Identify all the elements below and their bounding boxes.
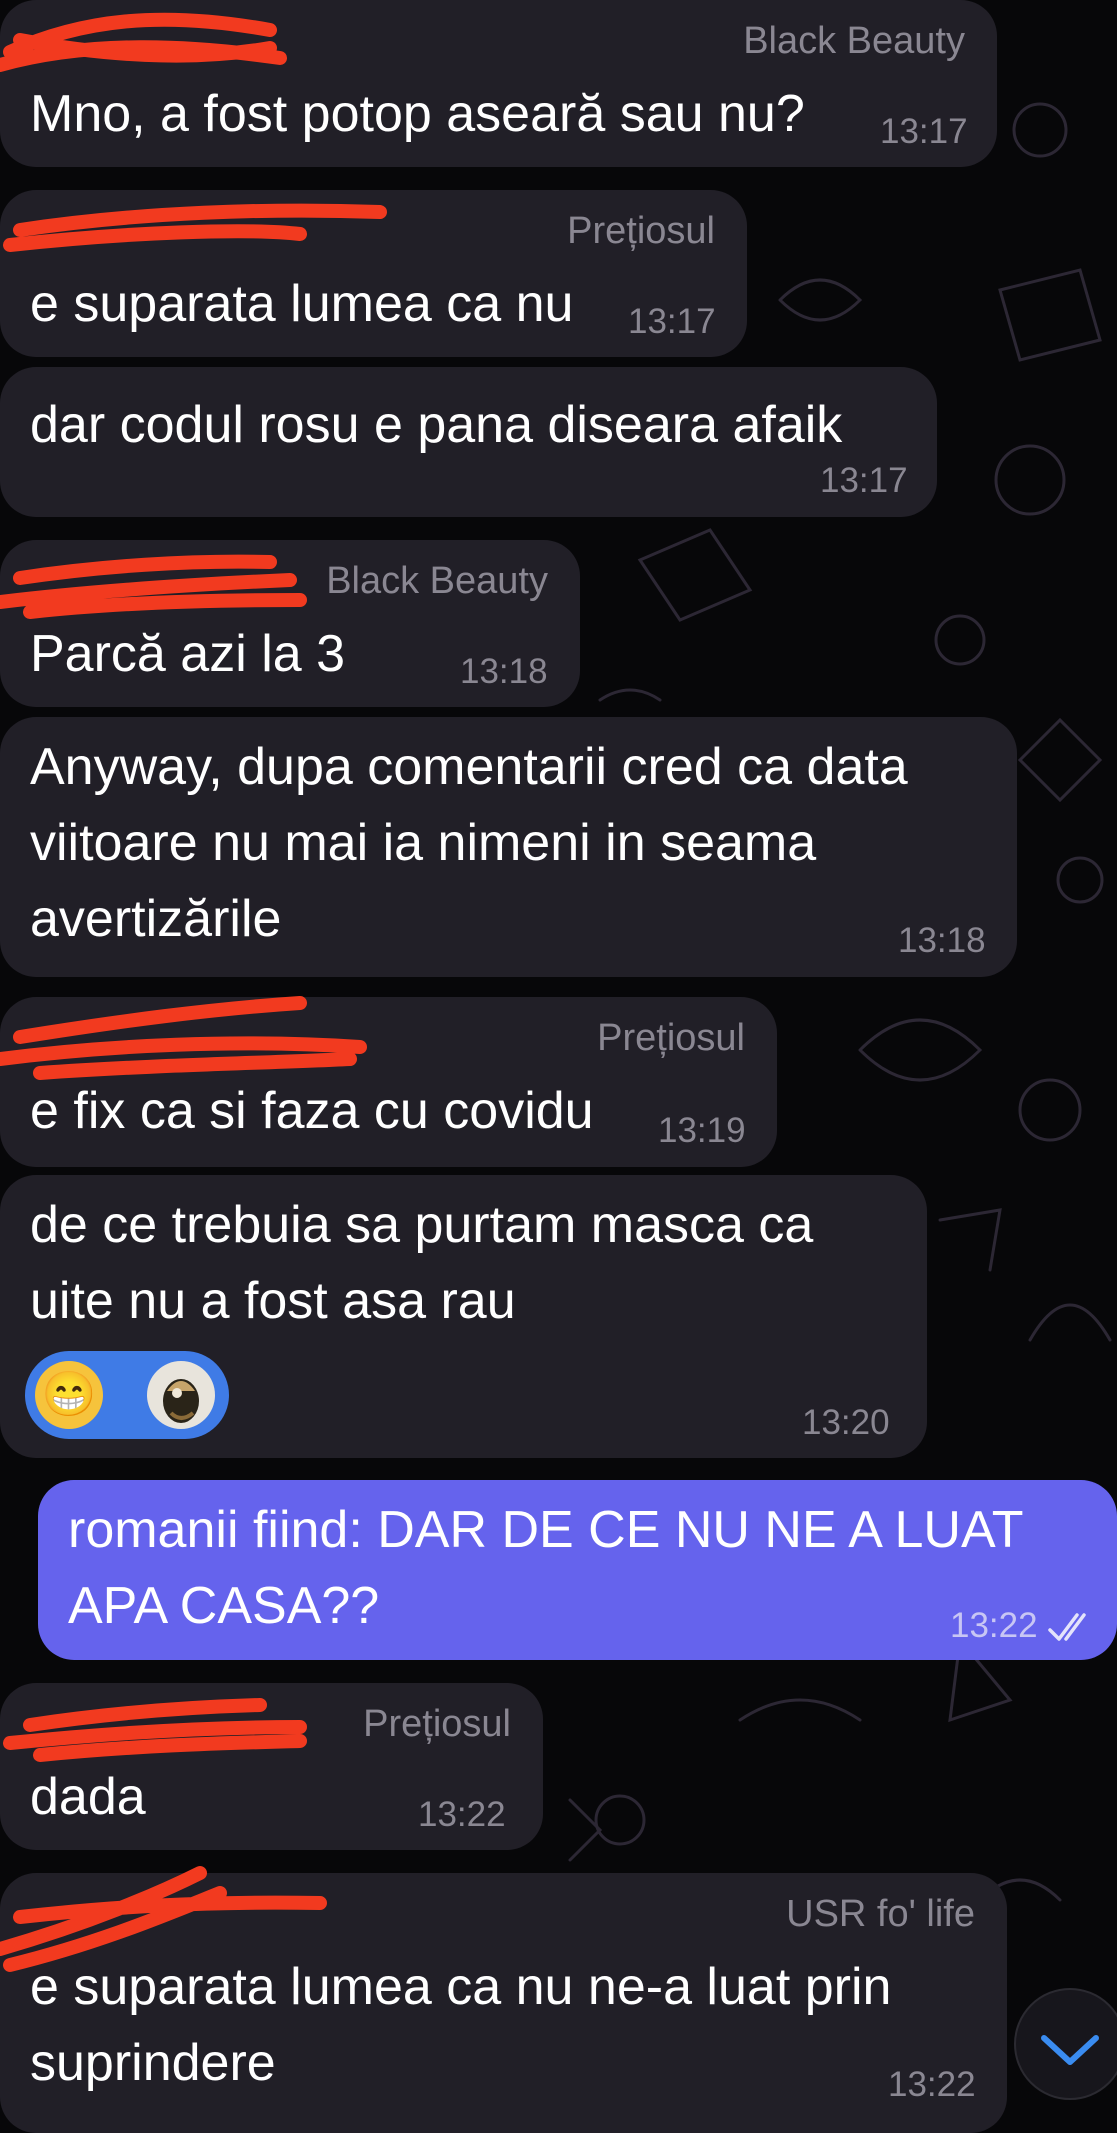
sender-tag: Prețiosul (597, 1017, 745, 1059)
message-bubble[interactable]: de ce trebuia sa purtam masca ca uite nu… (0, 1175, 927, 1458)
message-text: viitoare nu mai ia nimeni in seama (30, 814, 817, 872)
message-bubble[interactable]: Black Beauty Mno, a fost potop aseară sa… (0, 0, 997, 167)
reactor-avatar (147, 1361, 215, 1429)
message-bubble-outgoing[interactable]: romanii fiind: DAR DE CE NU NE A LUAT AP… (38, 1480, 1117, 1660)
message-bubble[interactable]: Prețiosul e fix ca si faza cu covidu 13:… (0, 996, 777, 1167)
message-time: 13:22 (418, 1795, 506, 1834)
sender-tag: Prețiosul (567, 210, 715, 252)
message-time: 13:17 (628, 302, 716, 341)
sender-tag: USR fo' life (786, 1893, 975, 1935)
message-time: 13:22 (950, 1606, 1038, 1645)
sender-tag: Black Beauty (743, 20, 965, 62)
scroll-to-bottom-button[interactable] (1014, 1988, 1117, 2100)
message-text: e fix ca si faza cu covidu (30, 1082, 594, 1140)
message-text: avertizările (30, 890, 282, 948)
message-text: Mno, a fost potop aseară sau nu? (30, 85, 805, 143)
grinning-face-emoji: 😁 (35, 1361, 103, 1429)
message-time: 13:20 (802, 1403, 890, 1442)
message-text: de ce trebuia sa purtam masca ca (30, 1196, 814, 1254)
message-bubble[interactable]: Prețiosul dada 13:22 (0, 1683, 543, 1850)
message-text: Parcă azi la 3 (30, 625, 346, 683)
message-text: dada (30, 1768, 146, 1826)
message-text: suprindere (30, 2034, 276, 2092)
message-bubble[interactable]: Anyway, dupa comentarii cred ca data vii… (0, 717, 1017, 977)
message-text: e suparata lumea ca nu (30, 275, 574, 333)
message-bubble[interactable]: Prețiosul e suparata lumea ca nu 13:17 (0, 190, 747, 357)
redacted-sender-name (3, 1698, 307, 1762)
message-text: APA CASA?? (68, 1577, 380, 1635)
message-time: 13:18 (898, 921, 986, 960)
sender-tag: Prețiosul (363, 1703, 511, 1745)
redacted-sender-name (0, 12, 287, 72)
message-bubble[interactable]: Black Beauty Parcă azi la 3 13:18 (0, 540, 580, 707)
message-time: 13:19 (658, 1111, 746, 1150)
sender-tag: Black Beauty (326, 560, 548, 602)
redacted-sender-name (0, 554, 307, 619)
message-text: e suparata lumea ca nu ne-a luat prin (30, 1958, 892, 2016)
redacted-sender-name (3, 203, 387, 252)
message-time: 13:22 (888, 2065, 976, 2104)
reaction-pill[interactable]: 😁 (25, 1351, 229, 1439)
message-time: 13:17 (820, 461, 908, 500)
message-bubble[interactable]: USR fo' life e suparata lumea ca nu ne-a… (0, 1866, 1007, 2133)
message-text: uite nu a fost asa rau (30, 1272, 516, 1330)
message-time: 13:17 (880, 112, 968, 151)
message-text: dar codul rosu e pana diseara afaik (30, 396, 843, 454)
message-bubble[interactable]: dar codul rosu e pana diseara afaik 13:1… (0, 367, 937, 517)
chevron-down-icon (1041, 2035, 1099, 2065)
message-text: romanii fiind: DAR DE CE NU NE A LUAT (68, 1501, 1024, 1559)
message-text: Anyway, dupa comentarii cred ca data (30, 738, 908, 796)
message-time: 13:18 (460, 652, 548, 691)
double-check-icon (1048, 1613, 1086, 1641)
